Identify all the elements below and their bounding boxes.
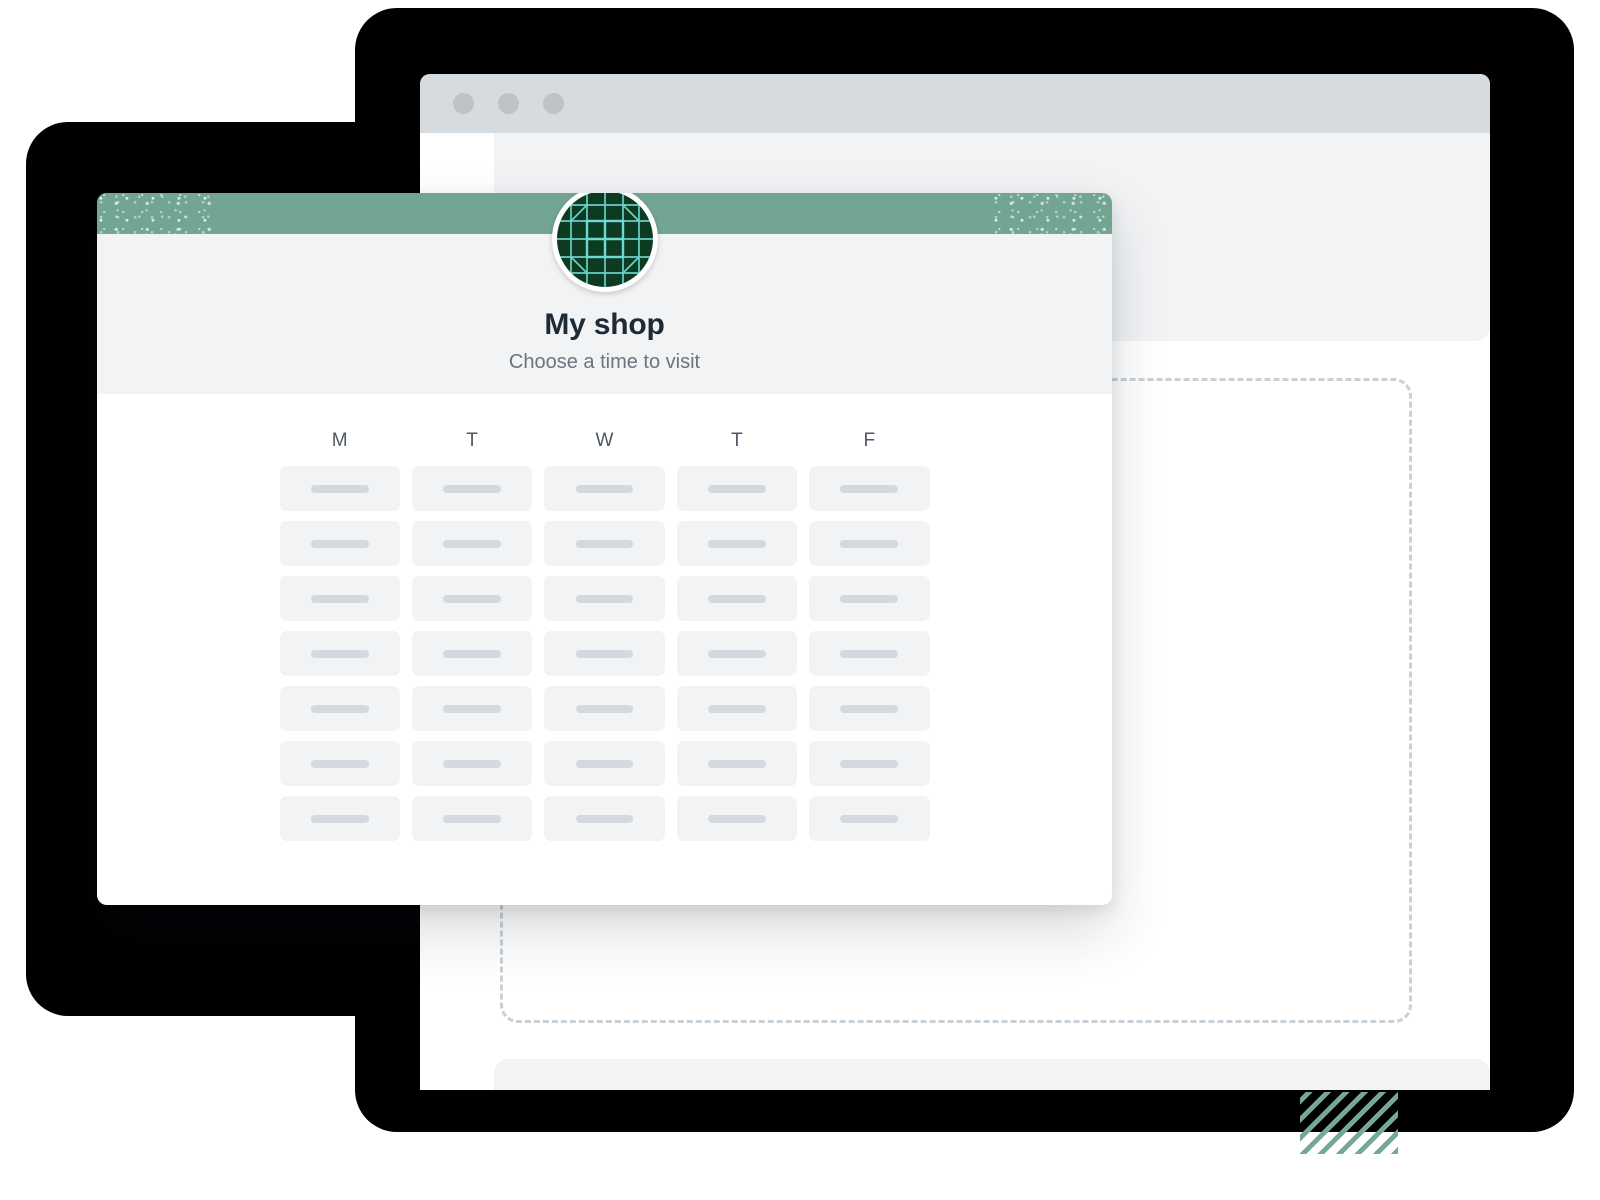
time-slot-3-3[interactable] [676,631,798,676]
day-header-wednesday: W [595,430,614,451]
time-slot-skeleton-bar [443,594,501,603]
time-slot-4-4[interactable] [809,686,930,731]
page-subtitle: Choose a time to visit [508,351,701,373]
time-slot-5-3[interactable] [676,741,798,786]
time-slot-0-2[interactable] [544,466,665,511]
time-slot-skeleton-bar [708,649,766,658]
time-slot-2-2[interactable] [544,576,665,621]
time-slot-skeleton-bar [708,594,766,603]
time-slot-3-1[interactable] [411,631,533,676]
time-slot-skeleton-bar [840,649,899,658]
time-slot-5-1[interactable] [411,741,533,786]
time-slot-skeleton-bar [840,594,899,603]
time-slot-skeleton-bar [840,704,899,713]
time-slot-rows [279,466,930,841]
time-slot-skeleton-bar [310,539,369,548]
time-slot-2-4[interactable] [809,576,930,621]
time-slot-4-0[interactable] [279,686,400,731]
calendar-day-header-row: M T W T F [280,430,930,452]
time-slot-6-1[interactable] [411,796,533,841]
time-slot-4-2[interactable] [544,686,665,731]
day-header-monday: M [331,430,348,451]
time-slot-0-4[interactable] [809,466,930,511]
time-slot-skeleton-bar [443,759,501,768]
time-slot-skeleton-bar [443,649,501,658]
time-slot-skeleton-bar [443,814,501,823]
time-slot-5-4[interactable] [809,741,930,786]
time-slot-skeleton-bar [575,649,634,658]
time-slot-skeleton-bar [310,649,369,658]
time-slot-skeleton-bar [310,484,369,493]
time-slot-row [279,576,930,621]
time-slot-2-3[interactable] [676,576,798,621]
time-slot-1-2[interactable] [544,521,665,566]
time-slot-1-4[interactable] [809,521,930,566]
day-header-tuesday: T [466,430,478,451]
time-slot-skeleton-bar [575,759,634,768]
time-slot-2-1[interactable] [411,576,533,621]
time-slot-3-2[interactable] [544,631,665,676]
time-slot-0-1[interactable] [411,466,533,511]
time-slot-6-4[interactable] [809,796,930,841]
time-slot-6-2[interactable] [544,796,665,841]
time-slot-skeleton-bar [708,759,766,768]
time-slot-3-4[interactable] [809,631,930,676]
time-slot-5-0[interactable] [279,741,400,786]
time-slot-skeleton-bar [310,759,369,768]
time-slot-skeleton-bar [443,704,501,713]
time-slot-skeleton-bar [840,814,899,823]
time-slot-skeleton-bar [575,704,634,713]
close-dot-icon[interactable] [453,93,474,114]
time-slot-skeleton-bar [840,484,899,493]
card-header: My shop Choose a time to visit [97,193,1112,394]
time-slot-1-1[interactable] [411,521,533,566]
time-slot-skeleton-bar [310,594,369,603]
time-slot-row [279,521,930,566]
time-slot-row [279,686,930,731]
time-slot-skeleton-bar [575,594,634,603]
booking-card: My shop Choose a time to visit M T W T F [97,193,1112,905]
day-header-thursday: T [731,430,743,451]
time-slot-4-1[interactable] [411,686,533,731]
time-slot-skeleton-bar [575,814,634,823]
time-slot-skeleton-bar [443,484,501,493]
time-slot-row [279,631,930,676]
time-slot-skeleton-bar [840,539,899,548]
time-slot-row [279,741,930,786]
browser-titlebar [420,74,1490,133]
time-slot-skeleton-bar [708,814,766,823]
time-slot-skeleton-bar [310,814,369,823]
time-slot-skeleton-bar [840,759,899,768]
time-slot-skeleton-bar [575,484,634,493]
maximize-dot-icon[interactable] [543,93,564,114]
time-slot-row [279,796,930,841]
time-slot-skeleton-bar [708,484,766,493]
day-header-friday: F [863,430,876,451]
calendar-grid: M T W T F [279,430,930,841]
time-slot-6-3[interactable] [676,796,798,841]
time-slot-row [279,466,930,511]
time-slot-5-2[interactable] [544,741,665,786]
time-slot-1-0[interactable] [279,521,400,566]
time-slot-skeleton-bar [310,704,369,713]
bottom-panel-placeholder [494,1059,1490,1090]
time-slot-skeleton-bar [575,539,634,548]
time-slot-4-3[interactable] [676,686,798,731]
screenshot-stage: My shop Choose a time to visit M T W T F [0,0,1600,1200]
time-slot-1-3[interactable] [676,521,798,566]
minimize-dot-icon[interactable] [498,93,519,114]
calendar-section: M T W T F [97,394,1112,841]
time-slot-0-3[interactable] [676,466,798,511]
time-slot-6-0[interactable] [279,796,400,841]
time-slot-0-0[interactable] [279,466,400,511]
time-slot-skeleton-bar [443,539,501,548]
time-slot-3-0[interactable] [279,631,400,676]
time-slot-skeleton-bar [708,704,766,713]
time-slot-skeleton-bar [708,539,766,548]
time-slot-2-0[interactable] [279,576,400,621]
